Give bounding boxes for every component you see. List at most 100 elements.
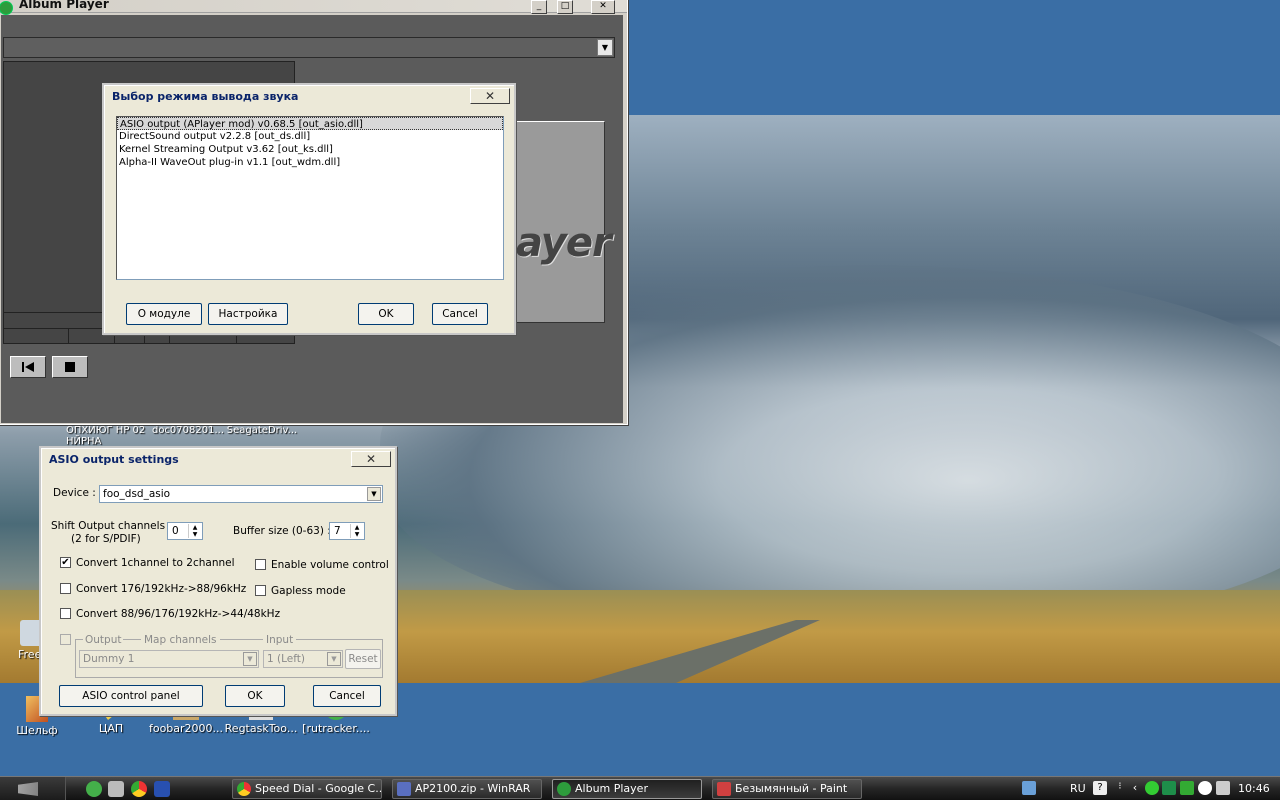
paint-icon — [717, 782, 731, 796]
shift-channels-hint: (2 for S/PDIF) — [71, 533, 141, 545]
start-button[interactable] — [0, 777, 66, 800]
spin-up-icon[interactable]: ▲ — [189, 524, 201, 531]
gapless-label: Gapless mode — [271, 585, 346, 597]
dialog-title: ASIO output settings — [49, 453, 179, 466]
previous-button[interactable] — [10, 356, 46, 378]
buffer-size-stepper[interactable]: 7 ▲ ▼ — [329, 522, 365, 540]
list-item[interactable]: DirectSound output v2.2.8 [out_ds.dll] — [117, 130, 503, 143]
chevron-down-icon[interactable]: ▼ — [597, 39, 613, 56]
stop-icon — [65, 362, 75, 372]
taskbar-item[interactable]: Album Player — [552, 779, 702, 799]
desktop-icon[interactable]: SeagateDriv... — [222, 425, 302, 436]
quicklaunch-icon[interactable] — [154, 781, 170, 797]
taskbar-item[interactable]: Безымянный - Paint — [712, 779, 862, 799]
shift-channels-label: Shift Output channels : — [51, 520, 172, 532]
taskbar-item-label: Album Player — [575, 782, 648, 795]
map-input-label: Input — [263, 634, 297, 646]
asio-control-panel-button[interactable]: ASIO control panel — [59, 685, 203, 707]
chrome-icon[interactable] — [131, 781, 147, 797]
player-logo: ayer — [516, 220, 612, 266]
dialog-titlebar[interactable]: ASIO output settings ✕ — [43, 450, 393, 468]
tray-dots-icon[interactable]: ⁝ — [1113, 781, 1127, 795]
map-output-label: Output — [83, 634, 124, 646]
convert-176-label: Convert 176/192kHz->88/96kHz — [76, 583, 247, 595]
taskbar-item-label: AP2100.zip - WinRAR — [415, 782, 531, 795]
help-icon[interactable]: ? — [1093, 781, 1107, 795]
enable-volume-checkbox[interactable] — [255, 559, 266, 570]
ok-button[interactable]: OK — [358, 303, 414, 325]
list-item[interactable]: Alpha-II WaveOut plug-in v1.1 [out_wdm.d… — [117, 156, 503, 169]
enable-volume-label: Enable volume control — [271, 559, 389, 571]
desktop-icon-label: doc0708201... — [151, 425, 225, 436]
list-item[interactable]: Kernel Streaming Output v3.62 [out_ks.dl… — [117, 143, 503, 156]
network-icon[interactable] — [1022, 781, 1036, 795]
shift-channels-stepper[interactable]: 0 ▲ ▼ — [167, 522, 203, 540]
playlist-combo[interactable]: ▼ — [3, 37, 615, 58]
album-player-icon — [557, 782, 571, 796]
map-output-value: Dummy 1 — [83, 653, 135, 665]
dialog-titlebar[interactable]: Выбор режима вывода звука ✕ — [106, 87, 512, 105]
tray-app-icon[interactable] — [1180, 781, 1194, 795]
convert-1to2-checkbox[interactable]: ✔ — [60, 557, 71, 568]
list-item[interactable]: ASIO output (APlayer mod) v0.68.5 [out_a… — [117, 117, 503, 130]
close-button[interactable]: ✕ — [591, 0, 615, 14]
map-output-select[interactable]: Dummy 1 ▼ — [79, 650, 259, 668]
tray-app-icon[interactable] — [1162, 781, 1176, 795]
device-label: Device : — [53, 487, 96, 499]
convert-1to2-label: Convert 1channel to 2channel — [76, 557, 235, 569]
gapless-checkbox[interactable] — [255, 585, 266, 596]
map-input-value: 1 (Left) — [267, 653, 305, 665]
display-icon[interactable] — [1216, 781, 1230, 795]
map-channels-label: Map channels — [141, 634, 220, 646]
chevron-down-icon[interactable]: ▼ — [243, 652, 257, 666]
spin-buttons[interactable]: ▲ ▼ — [188, 524, 201, 538]
reset-button[interactable]: Reset — [345, 649, 381, 669]
spin-up-icon[interactable]: ▲ — [351, 524, 363, 531]
map-input-select[interactable]: 1 (Left) ▼ — [263, 650, 343, 668]
spin-down-icon[interactable]: ▼ — [351, 531, 363, 538]
skip-back-icon — [22, 362, 34, 372]
album-player-app-icon — [0, 1, 13, 15]
stop-button[interactable] — [52, 356, 88, 378]
about-module-button[interactable]: О модуле — [126, 303, 202, 325]
taskbar: Speed Dial - Google C... AP2100.zip - Wi… — [0, 776, 1280, 800]
output-mode-dialog: Выбор режима вывода звука ✕ ASIO output … — [102, 83, 516, 335]
taskbar-item[interactable]: Speed Dial - Google C... — [232, 779, 382, 799]
tray-app-icon[interactable] — [1145, 781, 1159, 795]
taskbar-item[interactable]: AP2100.zip - WinRAR — [392, 779, 542, 799]
album-player-titlebar[interactable]: Album Player _ □ ✕ — [0, 0, 627, 15]
taskbar-item-label: Безымянный - Paint — [735, 782, 848, 795]
language-indicator[interactable]: RU — [1070, 782, 1086, 795]
ok-button[interactable]: OK — [225, 685, 285, 707]
settings-button[interactable]: Настройка — [208, 303, 288, 325]
clock: 10:46 — [1238, 782, 1270, 795]
tray-app-icon[interactable] — [1198, 781, 1212, 795]
chevron-down-icon[interactable]: ▼ — [367, 487, 381, 501]
chevron-left-icon[interactable]: ‹ — [1128, 781, 1142, 795]
chevron-down-icon[interactable]: ▼ — [327, 652, 341, 666]
cancel-button[interactable]: Cancel — [432, 303, 488, 325]
cancel-button[interactable]: Cancel — [313, 685, 381, 707]
spin-buttons[interactable]: ▲ ▼ — [350, 524, 363, 538]
output-plugin-list[interactable]: ASIO output (APlayer mod) v0.68.5 [out_a… — [116, 116, 504, 280]
desktop-icon[interactable]: doc0708201... — [146, 425, 230, 436]
asio-settings-dialog: ASIO output settings ✕ Device : foo_dsd_… — [39, 446, 397, 716]
quicklaunch-icon[interactable] — [108, 781, 124, 797]
device-value: foo_dsd_asio — [103, 488, 171, 500]
convert-88-checkbox[interactable] — [60, 608, 71, 619]
utorrent-icon[interactable] — [86, 781, 102, 797]
desktop-icon[interactable]: ОПХИЮГ HP 02 НЙРНА — [66, 425, 146, 447]
device-select[interactable]: foo_dsd_asio ▼ — [99, 485, 383, 503]
convert-176-checkbox[interactable] — [60, 583, 71, 594]
maximize-button[interactable]: □ — [557, 0, 573, 14]
close-button[interactable]: ✕ — [470, 88, 510, 104]
minimize-button[interactable]: _ — [531, 0, 547, 14]
chrome-icon — [237, 782, 251, 796]
taskbar-item-label: Speed Dial - Google C... — [255, 782, 382, 795]
spin-down-icon[interactable]: ▼ — [189, 531, 201, 538]
windows-logo-icon — [18, 782, 38, 796]
desktop-icon-label: [rutracker.... — [302, 722, 370, 735]
grid-divider — [68, 328, 69, 344]
close-button[interactable]: ✕ — [351, 451, 391, 467]
map-channels-checkbox[interactable] — [60, 634, 71, 645]
